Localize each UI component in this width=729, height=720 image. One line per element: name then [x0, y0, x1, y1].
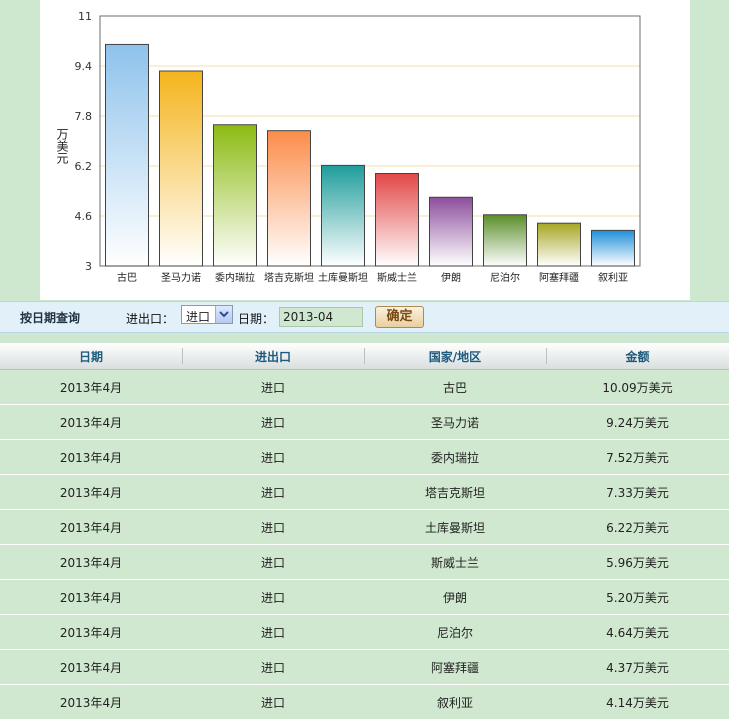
x-tick-label: 塔吉克斯坦	[264, 271, 314, 284]
table-row: 2013年4月 进口 古巴 10.09万美元	[0, 369, 729, 405]
cell-io: 进口	[182, 579, 364, 615]
cell-io: 进口	[182, 649, 364, 685]
cell-amount: 9.24万美元	[546, 404, 729, 440]
header-io[interactable]: 进出口	[182, 343, 364, 370]
y-tick-label: 11	[78, 10, 92, 23]
cell-io: 进口	[182, 684, 364, 720]
cell-country: 斯威士兰	[364, 544, 546, 580]
table-row: 2013年4月 进口 阿塞拜疆 4.37万美元	[0, 649, 729, 685]
table-row: 2013年4月 进口 尼泊尔 4.64万美元	[0, 614, 729, 650]
x-tick-label: 斯威士兰	[377, 271, 417, 284]
cell-date: 2013年4月	[0, 544, 182, 580]
cell-date: 2013年4月	[0, 614, 182, 650]
x-tick-label: 伊朗	[441, 272, 461, 284]
x-tick-label: 土库曼斯坦	[318, 271, 368, 284]
query-title: 按日期查询	[20, 311, 81, 325]
cell-date: 2013年4月	[0, 684, 182, 720]
cell-country: 塔吉克斯坦	[364, 474, 546, 510]
cell-io: 进口	[182, 439, 364, 475]
date-label: 日期：	[238, 312, 275, 326]
io-select[interactable]: 进口	[181, 305, 233, 324]
cell-country: 古巴	[364, 369, 546, 405]
bar	[267, 130, 311, 267]
cell-io: 进口	[182, 369, 364, 405]
results-table-wrap: 日期 进出口 国家/地区 金额 2013年4月 进口 古巴 10.09万美元 2013年…	[0, 343, 729, 720]
bar	[483, 214, 527, 267]
cell-amount: 10.09万美元	[546, 369, 729, 405]
y-axis-label: 万美元	[55, 128, 69, 165]
query-bar: 按日期查询 进出口： 进口 日期： 确定	[0, 301, 729, 333]
bar	[591, 229, 635, 267]
header-amount[interactable]: 金额	[546, 343, 729, 370]
bar	[537, 222, 581, 267]
dropdown-arrow-icon[interactable]	[215, 306, 232, 323]
table-row: 2013年4月 进口 委内瑞拉 7.52万美元	[0, 439, 729, 475]
cell-io: 进口	[182, 509, 364, 545]
cell-country: 土库曼斯坦	[364, 509, 546, 545]
table-row: 2013年4月 进口 斯威士兰 5.96万美元	[0, 544, 729, 580]
cell-country: 委内瑞拉	[364, 439, 546, 475]
y-tick-label: 9.4	[75, 60, 93, 73]
x-tick-label: 古巴	[117, 271, 137, 284]
x-tick-label: 叙利亚	[598, 271, 628, 284]
table-row: 2013年4月 进口 土库曼斯坦 6.22万美元	[0, 509, 729, 545]
cell-amount: 5.96万美元	[546, 544, 729, 580]
cell-date: 2013年4月	[0, 439, 182, 475]
y-tick-label: 7.8	[75, 110, 93, 123]
cell-io: 进口	[182, 404, 364, 440]
cell-amount: 5.20万美元	[546, 579, 729, 615]
x-tick-label: 阿塞拜疆	[539, 271, 579, 284]
cell-country: 尼泊尔	[364, 614, 546, 650]
cell-date: 2013年4月	[0, 474, 182, 510]
cell-country: 叙利亚	[364, 684, 546, 720]
x-tick-label: 委内瑞拉	[215, 271, 255, 284]
cell-date: 2013年4月	[0, 369, 182, 405]
table-row: 2013年4月 进口 叙利亚 4.14万美元	[0, 684, 729, 720]
bar	[321, 164, 365, 267]
bar	[429, 196, 473, 267]
date-input[interactable]	[279, 307, 363, 327]
cell-country: 伊朗	[364, 579, 546, 615]
y-tick-label: 4.6	[75, 210, 93, 223]
cell-date: 2013年4月	[0, 649, 182, 685]
results-table: 日期 进出口 国家/地区 金额 2013年4月 进口 古巴 10.09万美元 2013年…	[0, 343, 729, 720]
bar	[105, 43, 149, 267]
cell-amount: 4.64万美元	[546, 614, 729, 650]
cell-io: 进口	[182, 544, 364, 580]
header-country[interactable]: 国家/地区	[364, 343, 546, 370]
cell-io: 进口	[182, 614, 364, 650]
x-tick-label: 尼泊尔	[490, 271, 520, 284]
table-header-row: 日期 进出口 国家/地区 金额	[0, 343, 729, 370]
chevron-down-icon	[219, 311, 229, 318]
bar	[159, 70, 203, 267]
cell-country: 阿塞拜疆	[364, 649, 546, 685]
cell-amount: 6.22万美元	[546, 509, 729, 545]
x-tick-label: 圣马力诺	[161, 271, 201, 284]
bar	[213, 124, 257, 267]
io-select-value: 进口	[186, 310, 211, 324]
table-row: 2013年4月 进口 圣马力诺 9.24万美元	[0, 404, 729, 440]
cell-date: 2013年4月	[0, 579, 182, 615]
cell-date: 2013年4月	[0, 509, 182, 545]
io-label: 进出口：	[126, 312, 175, 326]
cell-amount: 4.14万美元	[546, 684, 729, 720]
cell-country: 圣马力诺	[364, 404, 546, 440]
cell-date: 2013年4月	[0, 404, 182, 440]
y-tick-label: 6.2	[75, 160, 93, 173]
chart-panel: 3 4.6 6.2 7.8 9.4 11 万美元古巴 圣马力诺 委内瑞拉 塔吉克斯坦 土库曼斯坦 斯威…	[40, 0, 690, 300]
cell-amount: 4.37万美元	[546, 649, 729, 685]
bar	[375, 173, 419, 267]
cell-amount: 7.33万美元	[546, 474, 729, 510]
table-row: 2013年4月 进口 塔吉克斯坦 7.33万美元	[0, 474, 729, 510]
table-row: 2013年4月 进口 伊朗 5.20万美元	[0, 579, 729, 615]
cell-amount: 7.52万美元	[546, 439, 729, 475]
y-tick-label: 3	[85, 260, 92, 273]
cell-io: 进口	[182, 474, 364, 510]
header-date[interactable]: 日期	[0, 343, 182, 370]
submit-button[interactable]: 确定	[375, 306, 424, 328]
bar-chart: 3 4.6 6.2 7.8 9.4 11 万美元古巴 圣马力诺 委内瑞拉 塔吉克斯坦 土库曼斯坦 斯威…	[55, 10, 641, 284]
